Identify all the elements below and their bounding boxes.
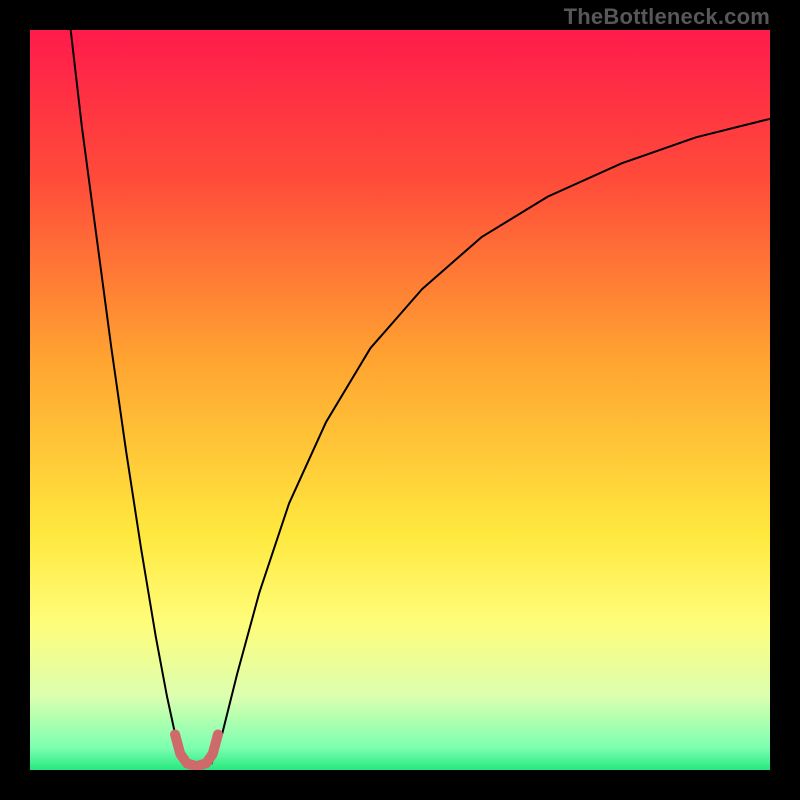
gradient-background (30, 30, 770, 770)
chart-svg (30, 30, 770, 770)
attribution-text: TheBottleneck.com (564, 4, 770, 30)
plot-area (30, 30, 770, 770)
chart-frame: TheBottleneck.com (0, 0, 800, 800)
